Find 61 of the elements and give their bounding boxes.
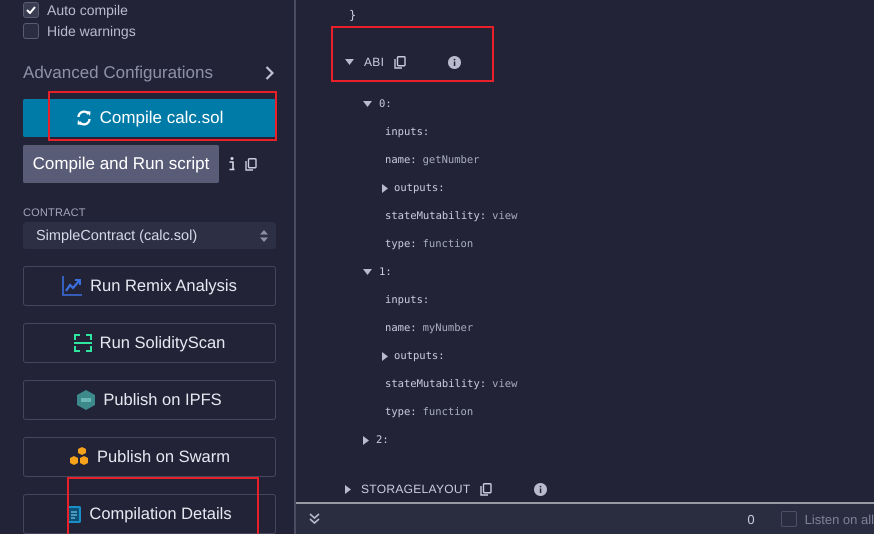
tree-key: type:	[385, 406, 417, 418]
tree-value: myNumber	[422, 322, 474, 334]
tree-key: name:	[385, 322, 417, 334]
section-title: ABI	[364, 55, 384, 69]
tree-value: function	[422, 406, 474, 418]
tree-key: 0:	[379, 98, 392, 110]
tree-value: view	[492, 378, 518, 390]
caret-right-icon[interactable]	[363, 436, 369, 444]
info-icon[interactable]	[448, 56, 462, 68]
refresh-icon	[76, 110, 92, 126]
copy-icon[interactable]	[394, 56, 406, 68]
caret-right-icon[interactable]	[382, 352, 388, 360]
count-text: 0	[747, 512, 755, 526]
tree-key: inputs:	[385, 126, 430, 138]
checkbox[interactable]	[23, 22, 39, 39]
tree-key: 2:	[376, 434, 389, 446]
caret-down-icon[interactable]	[363, 101, 372, 107]
tree-value: view	[492, 210, 518, 222]
code-text: }	[349, 7, 358, 23]
action-button[interactable]: Compilation Details	[23, 494, 276, 534]
caret-down-icon[interactable]	[363, 269, 372, 275]
hexagon-cluster-icon	[69, 447, 89, 467]
sort-arrows-icon	[260, 228, 268, 243]
action-button[interactable]: Publish on Swarm	[23, 437, 276, 477]
tree-key: type:	[385, 238, 417, 250]
checkbox[interactable]	[23, 2, 39, 18]
checkmark-icon	[26, 6, 36, 14]
tree-key: name:	[385, 154, 417, 166]
contract-select[interactable]: SimpleContract (calc.sol)	[23, 222, 276, 249]
tree-key: 1:	[379, 266, 392, 278]
caret-down-icon[interactable]	[345, 59, 354, 65]
hexagon-icon	[77, 390, 96, 410]
tree-key: outputs:	[394, 182, 445, 194]
field-label: CONTRACT	[23, 207, 87, 220]
caret-right-icon[interactable]	[345, 484, 351, 494]
checkbox-label: Listen on all	[804, 512, 874, 526]
tree-key: stateMutability:	[385, 210, 486, 222]
checkbox[interactable]	[780, 511, 797, 527]
copy-icon[interactable]	[480, 482, 492, 496]
caret-right-icon[interactable]	[382, 184, 388, 192]
action-button[interactable]: Run SolidityScan	[23, 323, 276, 363]
copy-icon[interactable]	[245, 158, 257, 171]
section-heading: Advanced Configurations	[23, 62, 213, 83]
tree-key: stateMutability:	[385, 378, 486, 390]
checkbox-label: Hide warnings	[47, 22, 136, 39]
tree-value: getNumber	[422, 154, 480, 166]
tree-value: function	[422, 238, 474, 250]
tree-key: inputs:	[385, 294, 430, 306]
double-chevron-down-icon[interactable]	[309, 513, 320, 525]
checkbox-label: Auto compile	[47, 2, 128, 18]
info-icon[interactable]	[534, 482, 548, 496]
chevron-right-icon[interactable]	[265, 66, 274, 80]
run-script-button[interactable]: Compile and Run script	[23, 145, 219, 184]
compile-button[interactable]: Compile calc.sol	[23, 99, 276, 138]
tree-key: outputs:	[394, 350, 445, 362]
scan-frame-icon	[74, 334, 92, 352]
line-chart-icon	[62, 276, 82, 296]
action-button[interactable]: Run Remix Analysis	[23, 266, 276, 306]
action-button[interactable]: Publish on IPFS	[23, 380, 276, 420]
section-title: STORAGELAYOUT	[361, 482, 470, 496]
info-icon[interactable]	[229, 157, 235, 172]
